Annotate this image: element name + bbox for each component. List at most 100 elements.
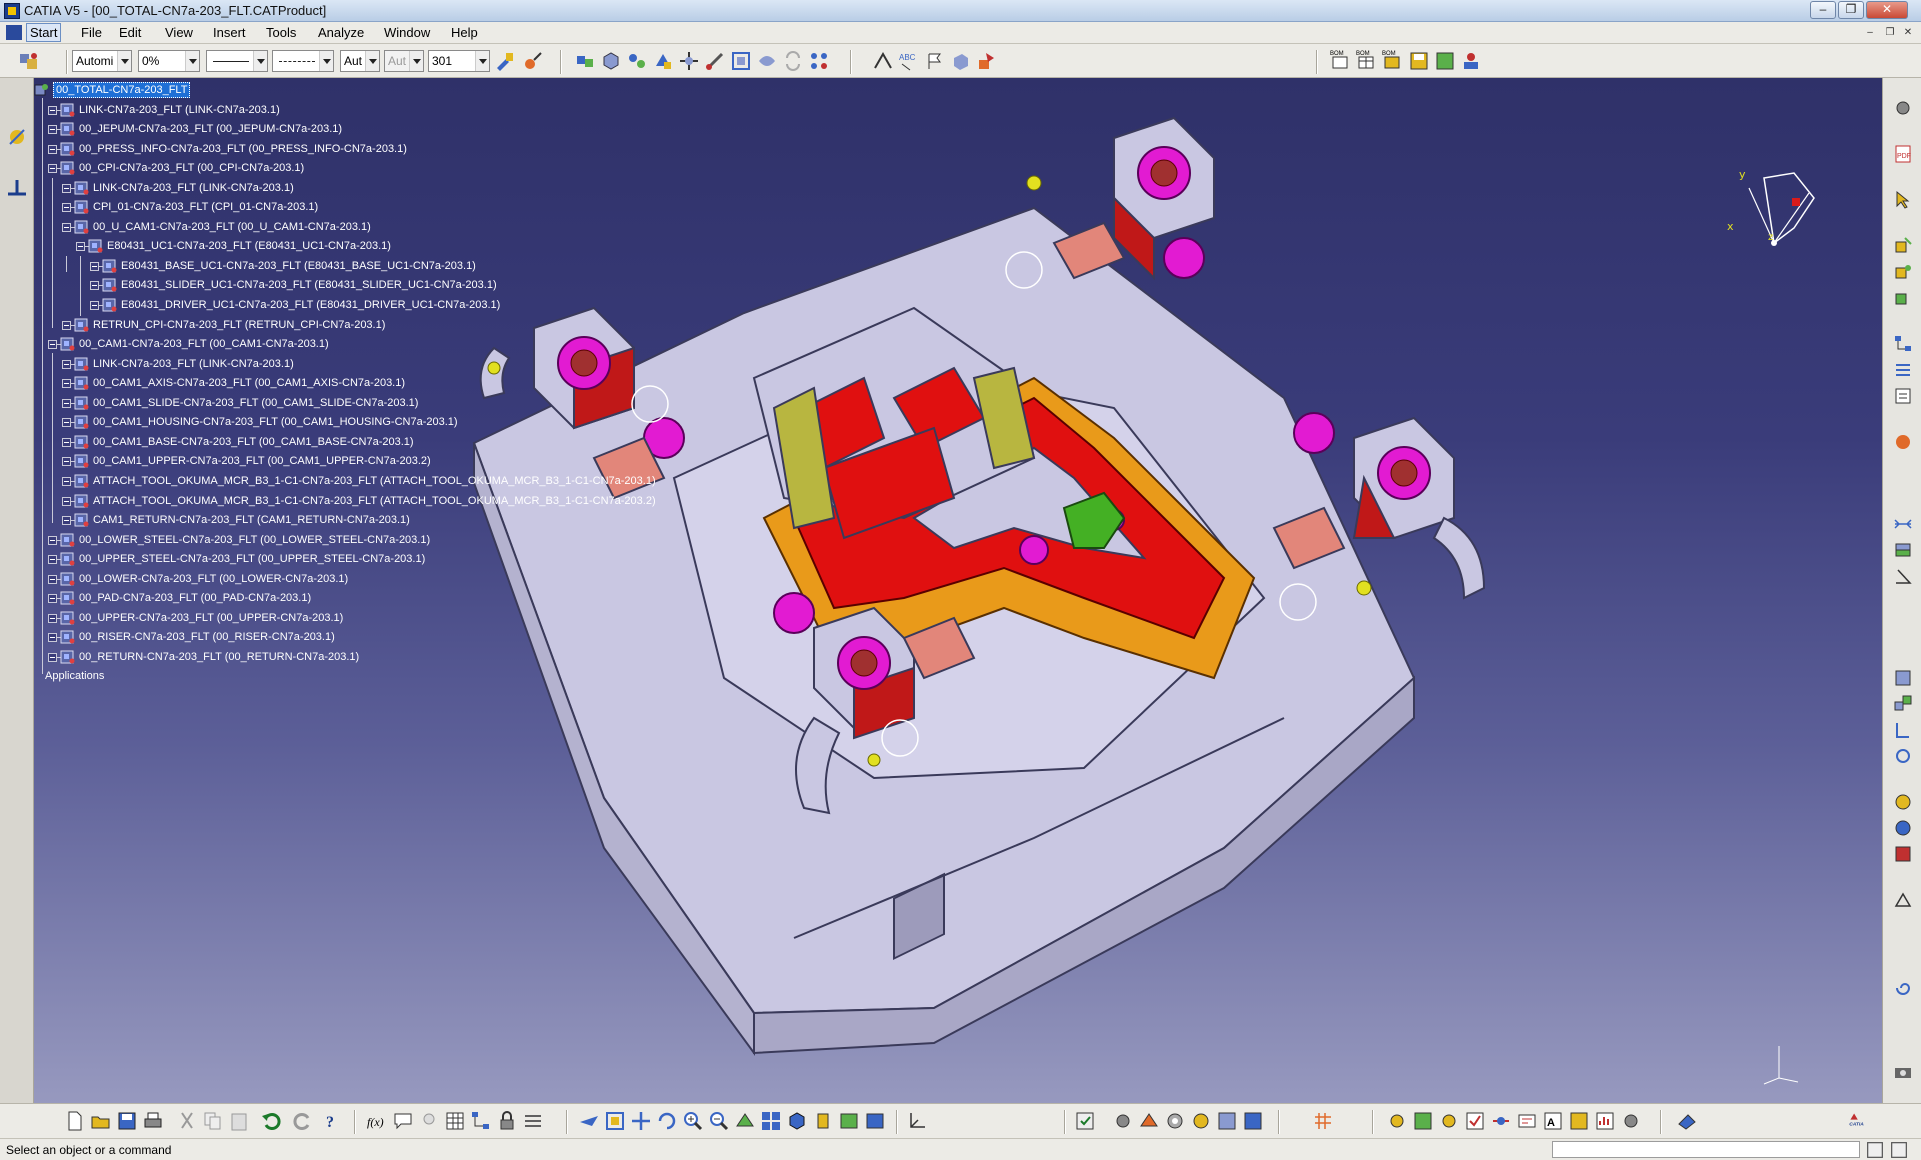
tree-expander[interactable] bbox=[62, 457, 71, 467]
tree-expander[interactable] bbox=[48, 340, 57, 350]
compass-tool-icon[interactable] bbox=[6, 126, 28, 148]
layer-select[interactable]: Automi bbox=[72, 50, 132, 72]
tree-expander[interactable] bbox=[90, 301, 99, 310]
explode-view-icon[interactable] bbox=[1893, 694, 1913, 714]
command-toggle-icon[interactable] bbox=[1888, 1139, 1907, 1158]
generate-numbering-icon[interactable] bbox=[1893, 386, 1913, 406]
transparency-select[interactable]: 0% bbox=[138, 50, 200, 72]
bom-table-icon[interactable]: BOM bbox=[1356, 48, 1378, 70]
save-list-icon[interactable] bbox=[1408, 50, 1430, 72]
annotation-text-icon[interactable]: ABC bbox=[898, 50, 920, 72]
linestyle-select[interactable] bbox=[272, 50, 334, 72]
mdi-minimize-icon[interactable]: – bbox=[1862, 27, 1878, 40]
tree-expander[interactable] bbox=[48, 125, 57, 135]
compass-widget[interactable]: y x z bbox=[1724, 148, 1834, 258]
graph-tree-icon[interactable] bbox=[1893, 334, 1913, 354]
select-arrow-icon[interactable] bbox=[1893, 190, 1913, 210]
chart-icon[interactable] bbox=[1594, 1110, 1616, 1132]
action-icon[interactable] bbox=[1516, 1110, 1538, 1132]
render-icon[interactable] bbox=[1190, 1110, 1212, 1132]
tree-expander[interactable] bbox=[48, 633, 57, 643]
section-icon[interactable] bbox=[950, 50, 972, 72]
offset-constraint-icon[interactable] bbox=[1893, 514, 1913, 534]
lock-icon[interactable] bbox=[496, 1110, 518, 1132]
tree-expander[interactable] bbox=[62, 496, 71, 506]
new-file-icon[interactable] bbox=[64, 1110, 86, 1132]
material-library-icon[interactable] bbox=[1216, 1110, 1238, 1132]
tree-expander[interactable] bbox=[90, 261, 99, 271]
appearance-icon[interactable] bbox=[1893, 844, 1913, 864]
tree-expander[interactable] bbox=[62, 398, 71, 408]
formula-icon[interactable]: f(x) bbox=[366, 1110, 388, 1132]
reorder-tree-icon[interactable] bbox=[1893, 360, 1913, 380]
bom-icon[interactable]: BOM bbox=[1330, 48, 1352, 70]
measure-icon[interactable] bbox=[872, 50, 894, 72]
menu-help[interactable]: Help bbox=[448, 25, 481, 40]
stop-manipulate-icon[interactable] bbox=[756, 50, 778, 72]
close-button[interactable]: ✕ bbox=[1866, 1, 1908, 19]
clash-icon[interactable] bbox=[976, 50, 998, 72]
tree-expander[interactable] bbox=[62, 418, 71, 428]
tree-expander[interactable] bbox=[48, 652, 57, 662]
multi-view-icon[interactable] bbox=[760, 1110, 782, 1132]
insert-component-icon[interactable] bbox=[1893, 236, 1913, 256]
tree-expander[interactable] bbox=[62, 476, 71, 486]
axis-system-icon[interactable] bbox=[906, 1110, 928, 1132]
command-input[interactable] bbox=[1552, 1141, 1860, 1158]
tree-expander[interactable] bbox=[62, 320, 71, 330]
menu-analyze[interactable]: Analyze bbox=[315, 25, 367, 40]
update-icon[interactable] bbox=[1074, 1110, 1096, 1132]
text-icon[interactable]: A bbox=[1542, 1110, 1564, 1132]
new-part-icon[interactable] bbox=[652, 50, 674, 72]
hole-icon[interactable] bbox=[1893, 746, 1913, 766]
menu-window[interactable]: Window bbox=[381, 25, 433, 40]
fly-mode-icon[interactable] bbox=[578, 1110, 600, 1132]
angle-constraint-icon[interactable] bbox=[1893, 566, 1913, 586]
tree-expand-icon[interactable] bbox=[470, 1110, 492, 1132]
normal-view-icon[interactable] bbox=[734, 1110, 756, 1132]
save-icon[interactable] bbox=[116, 1110, 138, 1132]
comment-icon[interactable] bbox=[392, 1110, 414, 1132]
tree-expander[interactable] bbox=[48, 105, 57, 115]
iso-view-icon[interactable] bbox=[786, 1110, 808, 1132]
list-report-icon[interactable] bbox=[1568, 1110, 1590, 1132]
tree-expander[interactable] bbox=[48, 164, 57, 174]
command-history-icon[interactable] bbox=[1864, 1139, 1883, 1158]
sketch-analysis-icon[interactable] bbox=[1893, 890, 1913, 910]
plane-tool-icon[interactable] bbox=[6, 176, 28, 198]
catalog-browser-icon[interactable] bbox=[1242, 1110, 1264, 1132]
tree-expander[interactable] bbox=[62, 359, 71, 369]
reaction-icon[interactable] bbox=[1490, 1110, 1512, 1132]
product-tool-icon[interactable] bbox=[1412, 1110, 1434, 1132]
tool-gear-icon[interactable] bbox=[1620, 1110, 1642, 1132]
smart-move-icon[interactable] bbox=[1893, 668, 1913, 688]
material-icon[interactable] bbox=[1893, 818, 1913, 838]
tree-expander[interactable] bbox=[62, 183, 71, 193]
explode-icon[interactable] bbox=[730, 50, 752, 72]
snap-icon[interactable] bbox=[704, 50, 726, 72]
whats-this-icon[interactable]: ? bbox=[322, 1110, 344, 1132]
assembly-constraint-icon[interactable] bbox=[574, 50, 596, 72]
contact-constraint-icon[interactable] bbox=[1893, 540, 1913, 560]
existing-component-icon[interactable] bbox=[1893, 262, 1913, 282]
new-product-icon[interactable] bbox=[626, 50, 648, 72]
flag-note-icon[interactable] bbox=[924, 50, 946, 72]
knowledge-icon[interactable] bbox=[1460, 50, 1482, 72]
tree-expander[interactable] bbox=[90, 281, 99, 291]
layer-number-select[interactable]: 301 bbox=[428, 50, 490, 72]
painter-icon[interactable] bbox=[494, 50, 516, 72]
gear-settings-icon[interactable] bbox=[1164, 1110, 1186, 1132]
tree-expander[interactable] bbox=[48, 535, 57, 545]
grid-icon[interactable] bbox=[1312, 1110, 1334, 1132]
shading-icon[interactable] bbox=[812, 1110, 834, 1132]
settings-gear-icon[interactable] bbox=[1893, 98, 1913, 118]
3d-viewport[interactable]: 00_TOTAL-CN7a-203_FLT LINK-CN7a-203_FLT … bbox=[34, 78, 1882, 1103]
mdi-close-icon[interactable]: ✕ bbox=[1900, 27, 1916, 40]
print-icon[interactable] bbox=[142, 1110, 164, 1132]
catia-app-icon[interactable] bbox=[4, 3, 20, 19]
weight-select[interactable]: Aut bbox=[340, 50, 380, 72]
tree-expander[interactable] bbox=[62, 379, 71, 389]
minimize-button[interactable]: – bbox=[1810, 1, 1836, 19]
tree-expander[interactable] bbox=[62, 437, 71, 447]
open-file-icon[interactable] bbox=[90, 1110, 112, 1132]
